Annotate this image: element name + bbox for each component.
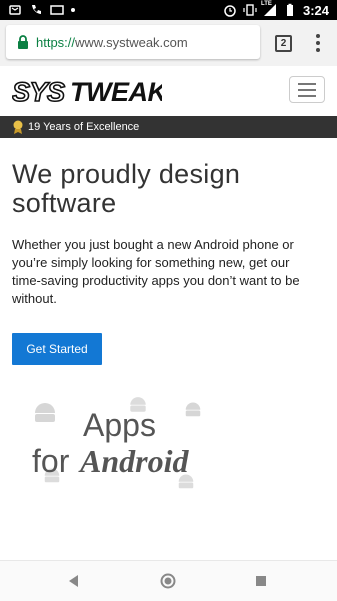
address-bar[interactable]: https://www.systweak.com [6, 25, 260, 59]
vibrate-icon [243, 4, 257, 16]
hero-title: We proudly design software [12, 160, 312, 218]
url-host: www.systweak.com [75, 34, 188, 50]
graphic-apps-text: Apps [83, 407, 156, 443]
apps-for-android-graphic: Apps for Android [28, 395, 218, 495]
dot-icon [71, 8, 75, 12]
network-type: LTE [260, 1, 272, 7]
system-navigation-bar [0, 560, 337, 601]
call-icon [32, 5, 41, 14]
site-header: SYS TWEAK [0, 66, 337, 116]
tab-switcher-button[interactable]: 2 [275, 35, 292, 52]
home-icon[interactable] [158, 571, 178, 591]
hero-title-line2: software [12, 188, 117, 218]
overflow-menu-icon[interactable] [313, 34, 323, 54]
svg-text:TWEAK: TWEAK [70, 77, 162, 105]
android-robot-icon [185, 402, 201, 417]
recents-icon[interactable] [251, 571, 271, 591]
clock: 3:24 [302, 2, 329, 18]
lte-signal-icon: LTE [260, 1, 277, 17]
hero-title-line1: We proudly design [12, 159, 241, 189]
battery-icon [286, 3, 293, 16]
alarm-icon [224, 5, 236, 17]
systweak-logo[interactable]: SYS TWEAK [12, 77, 162, 105]
back-icon[interactable] [64, 571, 84, 591]
browser-toolbar: https://www.systweak.com 2 [0, 20, 337, 66]
hero-description: Whether you just bought a new Android ph… [12, 237, 300, 306]
graphic-for-text: for [32, 443, 70, 479]
screen-icon [50, 5, 64, 15]
url-text: https://www.systweak.com [36, 35, 188, 50]
get-started-button[interactable]: Get Started [12, 333, 102, 365]
excellence-banner: 19 Years of Excellence [0, 116, 337, 138]
notification-icon [9, 5, 21, 15]
android-robot-icon [35, 403, 55, 422]
status-bar: LTE 3:24 [0, 0, 337, 20]
medal-icon [13, 120, 23, 134]
url-scheme: https:// [36, 34, 76, 50]
excellence-text: 19 Years of Excellence [28, 121, 140, 133]
lock-icon [18, 35, 28, 49]
graphic-android-text: Android [80, 443, 189, 479]
svg-text:SYS: SYS [12, 77, 65, 105]
menu-toggle-button[interactable] [289, 76, 325, 103]
